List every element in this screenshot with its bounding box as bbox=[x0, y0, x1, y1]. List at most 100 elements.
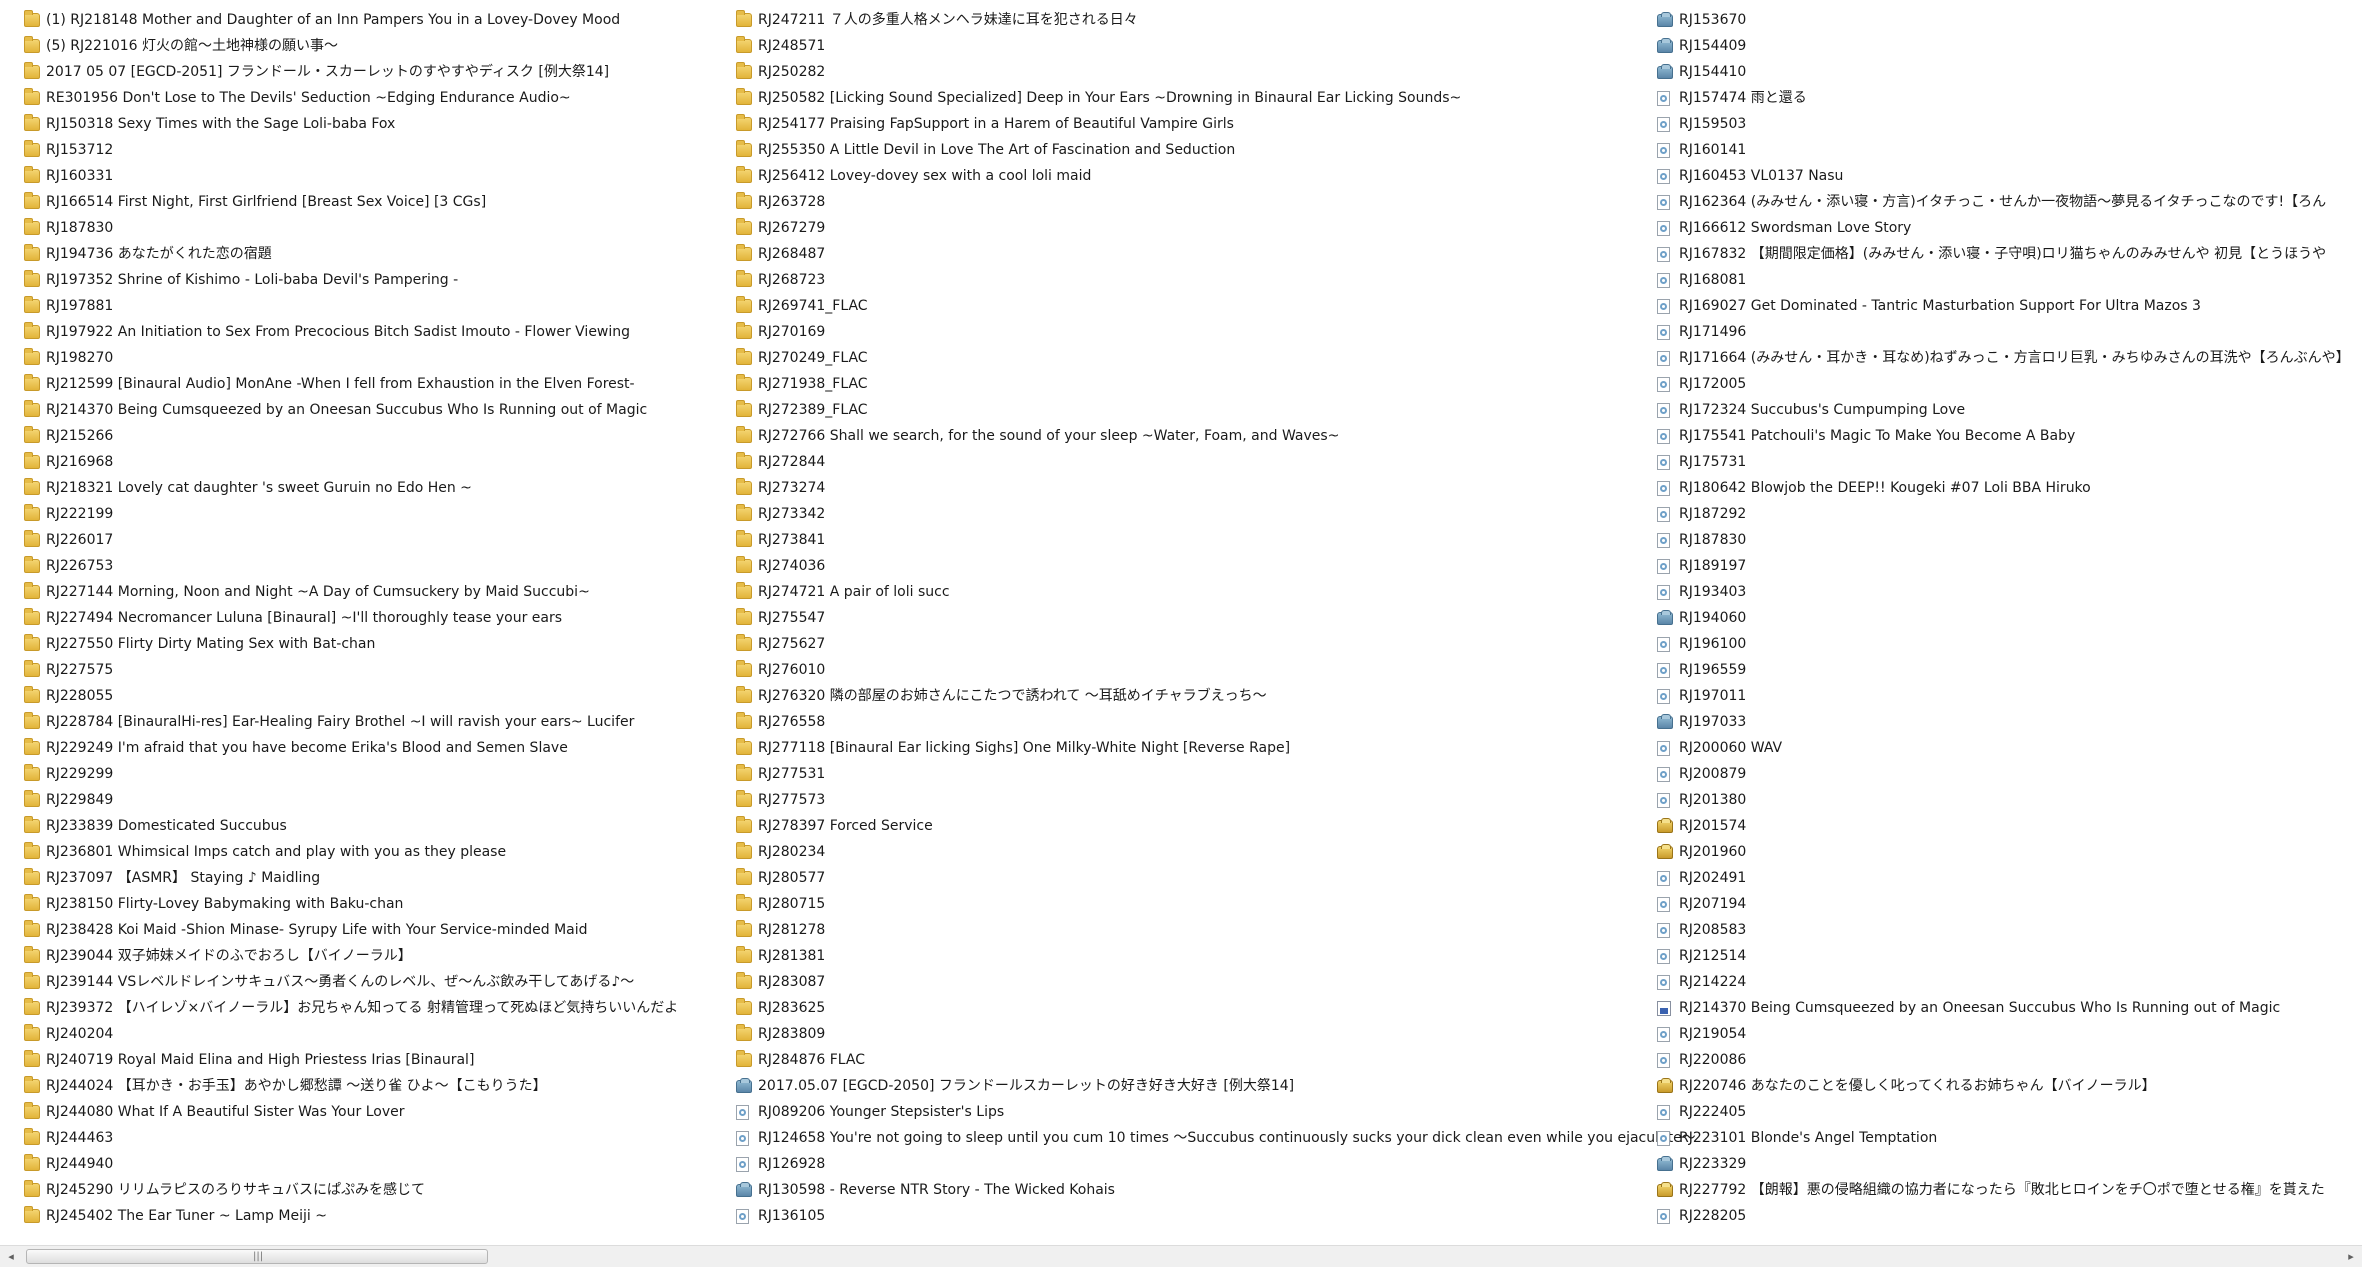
list-item[interactable]: RJ245402 The Ear Tuner ~ Lamp Meiji ~ bbox=[24, 1203, 678, 1229]
list-item[interactable]: RJ219054 bbox=[1657, 1021, 2350, 1047]
list-item[interactable]: RJ187830 bbox=[1657, 527, 2350, 553]
list-item[interactable]: RJ160141 bbox=[1657, 137, 2350, 163]
list-item[interactable]: RJ238428 Koi Maid -Shion Minase- Syrupy … bbox=[24, 917, 678, 943]
list-item[interactable]: RJ172324 Succubus's Cumpumping Love bbox=[1657, 397, 2350, 423]
list-item[interactable]: RJ154410 bbox=[1657, 59, 2350, 85]
list-item[interactable]: RJ220086 bbox=[1657, 1047, 2350, 1073]
list-item[interactable]: RJ194736 あなたがくれた恋の宿題 bbox=[24, 241, 678, 267]
list-item[interactable]: RJ237097 【ASMR】 Staying ♪ Maidling bbox=[24, 865, 678, 891]
list-item[interactable]: RJ272844 bbox=[736, 449, 1696, 475]
list-item[interactable]: RJ272766 Shall we search, for the sound … bbox=[736, 423, 1696, 449]
list-item[interactable]: RJ214370 Being Cumsqueezed by an Oneesan… bbox=[24, 397, 678, 423]
list-item[interactable]: RJ160331 bbox=[24, 163, 678, 189]
list-item[interactable]: RJ283087 bbox=[736, 969, 1696, 995]
list-item[interactable]: RJ280577 bbox=[736, 865, 1696, 891]
list-item[interactable]: RJ244463 bbox=[24, 1125, 678, 1151]
list-item[interactable]: RJ268723 bbox=[736, 267, 1696, 293]
list-item[interactable]: RJ150318 Sexy Times with the Sage Loli-b… bbox=[24, 111, 678, 137]
list-item[interactable]: RJ196559 bbox=[1657, 657, 2350, 683]
list-item[interactable]: RJ208583 bbox=[1657, 917, 2350, 943]
scroll-left-arrow-icon[interactable]: ◂ bbox=[2, 1246, 20, 1267]
list-item[interactable]: RJ280234 bbox=[736, 839, 1696, 865]
list-item[interactable]: RJ175541 Patchouli's Magic To Make You B… bbox=[1657, 423, 2350, 449]
list-item[interactable]: RJ239144 VSレベルドレインサキュバス～勇者くんのレベル、ぜ～んぶ飲み干… bbox=[24, 969, 678, 995]
list-item[interactable]: RJ214224 bbox=[1657, 969, 2350, 995]
list-item[interactable]: RJ227575 bbox=[24, 657, 678, 683]
list-item[interactable]: RJ157474 雨と還る bbox=[1657, 85, 2350, 111]
list-item[interactable]: RJ278397 Forced Service bbox=[736, 813, 1696, 839]
list-item[interactable]: RJ222199 bbox=[24, 501, 678, 527]
list-item[interactable]: RJ274036 bbox=[736, 553, 1696, 579]
list-item[interactable]: RJ238150 Flirty-Lovey Babymaking with Ba… bbox=[24, 891, 678, 917]
list-item[interactable]: RJ268487 bbox=[736, 241, 1696, 267]
list-item[interactable]: RJ244940 bbox=[24, 1151, 678, 1177]
list-item[interactable]: RJ166514 First Night, First Girlfriend [… bbox=[24, 189, 678, 215]
list-item[interactable]: RJ130598 - Reverse NTR Story - The Wicke… bbox=[736, 1177, 1696, 1203]
list-item[interactable]: RJ171496 bbox=[1657, 319, 2350, 345]
list-item[interactable]: RJ229849 bbox=[24, 787, 678, 813]
list-item[interactable]: RJ196100 bbox=[1657, 631, 2350, 657]
list-item[interactable]: RJ236801 Whimsical Imps catch and play w… bbox=[24, 839, 678, 865]
list-item[interactable]: RJ212599 [Binaural Audio] MonAne -When I… bbox=[24, 371, 678, 397]
list-item[interactable]: RJ281278 bbox=[736, 917, 1696, 943]
list-item[interactable]: RJ240719 Royal Maid Elina and High Pries… bbox=[24, 1047, 678, 1073]
list-item[interactable]: RJ153670 bbox=[1657, 7, 2350, 33]
list-item[interactable]: RJ277531 bbox=[736, 761, 1696, 787]
list-item[interactable]: RJ187292 bbox=[1657, 501, 2350, 527]
list-item[interactable]: RJ229299 bbox=[24, 761, 678, 787]
list-item[interactable]: RJ169027 Get Dominated - Tantric Masturb… bbox=[1657, 293, 2350, 319]
list-item[interactable]: RJ159503 bbox=[1657, 111, 2350, 137]
list-item[interactable]: RJ154409 bbox=[1657, 33, 2350, 59]
list-item[interactable]: RJ136105 bbox=[736, 1203, 1696, 1229]
horizontal-scrollbar[interactable]: ◂ ||| ▸ bbox=[0, 1245, 2362, 1267]
list-item[interactable]: RJ275547 bbox=[736, 605, 1696, 631]
list-item[interactable]: RJ273342 bbox=[736, 501, 1696, 527]
scrollbar-thumb[interactable]: ||| bbox=[26, 1249, 488, 1264]
list-item[interactable]: RJ247211 ７人の多重人格メンヘラ妹達に耳を犯される日々 bbox=[736, 7, 1696, 33]
list-item[interactable]: RJ189197 bbox=[1657, 553, 2350, 579]
list-item[interactable]: RJ162364 (みみせん・添い寝・方言)イタチっこ・せんか一夜物語～夢見るイ… bbox=[1657, 189, 2350, 215]
list-item[interactable]: RJ171664 (みみせん・耳かき・耳なめ)ねずみっこ・方言ロリ巨乳・みちゆみ… bbox=[1657, 345, 2350, 371]
list-item[interactable]: RJ275627 bbox=[736, 631, 1696, 657]
list-item[interactable]: RJ175731 bbox=[1657, 449, 2350, 475]
list-item[interactable]: RJ223329 bbox=[1657, 1151, 2350, 1177]
list-item[interactable]: RJ228784 [BinauralHi-res] Ear-Healing Fa… bbox=[24, 709, 678, 735]
list-item[interactable]: RJ270249_FLAC bbox=[736, 345, 1696, 371]
list-item[interactable]: (1) RJ218148 Mother and Daughter of an I… bbox=[24, 7, 678, 33]
list-item[interactable]: RJ271938_FLAC bbox=[736, 371, 1696, 397]
list-item[interactable]: RJ227144 Morning, Noon and Night ~A Day … bbox=[24, 579, 678, 605]
list-item[interactable]: RJ227792 【朗報】悪の侵略組織の協力者になったら『敗北ヒロインをチ〇ポで… bbox=[1657, 1177, 2350, 1203]
list-item[interactable]: (5) RJ221016 灯火の館～土地神様の願い事～ bbox=[24, 33, 678, 59]
list-item[interactable]: RJ167832 【期間限定価格】(みみせん・添い寝・子守唄)ロリ猫ちゃんのみみ… bbox=[1657, 241, 2350, 267]
list-item[interactable]: RJ200060 WAV bbox=[1657, 735, 2350, 761]
list-item[interactable]: RJ284876 FLAC bbox=[736, 1047, 1696, 1073]
list-item[interactable]: RJ276558 bbox=[736, 709, 1696, 735]
list-item[interactable]: RJ180642 Blowjob the DEEP!! Kougeki #07 … bbox=[1657, 475, 2350, 501]
list-item[interactable]: RJ239044 双子姉妹メイドのふでおろし【バイノーラル】 bbox=[24, 943, 678, 969]
list-item[interactable]: RJ244080 What If A Beautiful Sister Was … bbox=[24, 1099, 678, 1125]
list-item[interactable]: RJ273841 bbox=[736, 527, 1696, 553]
list-item[interactable]: RJ089206 Younger Stepsister's Lips bbox=[736, 1099, 1696, 1125]
list-item[interactable]: RJ197922 An Initiation to Sex From Preco… bbox=[24, 319, 678, 345]
list-item[interactable]: RJ197033 bbox=[1657, 709, 2350, 735]
list-item[interactable]: RJ194060 bbox=[1657, 605, 2350, 631]
list-item[interactable]: RJ126928 bbox=[736, 1151, 1696, 1177]
list-item[interactable]: RJ263728 bbox=[736, 189, 1696, 215]
list-item[interactable]: RJ201574 bbox=[1657, 813, 2350, 839]
file-list-view[interactable]: (1) RJ218148 Mother and Daughter of an I… bbox=[0, 0, 2362, 1245]
list-item[interactable]: RJ240204 bbox=[24, 1021, 678, 1047]
list-item[interactable]: RJ201960 bbox=[1657, 839, 2350, 865]
list-item[interactable]: RJ248571 bbox=[736, 33, 1696, 59]
list-item[interactable]: RJ223101 Blonde's Angel Temptation bbox=[1657, 1125, 2350, 1151]
list-item[interactable]: RE301956 Don't Lose to The Devils' Seduc… bbox=[24, 85, 678, 111]
list-item[interactable]: RJ226017 bbox=[24, 527, 678, 553]
list-item[interactable]: RJ212514 bbox=[1657, 943, 2350, 969]
list-item[interactable]: RJ255350 A Little Devil in Love The Art … bbox=[736, 137, 1696, 163]
list-item[interactable]: RJ254177 Praising FapSupport in a Harem … bbox=[736, 111, 1696, 137]
list-item[interactable]: RJ276320 隣の部屋のお姉さんにこたつで誘われて ～耳舐めイチャラブえっち… bbox=[736, 683, 1696, 709]
list-item[interactable]: RJ197011 bbox=[1657, 683, 2350, 709]
list-item[interactable]: RJ228055 bbox=[24, 683, 678, 709]
list-item[interactable]: RJ272389_FLAC bbox=[736, 397, 1696, 423]
list-item[interactable]: RJ281381 bbox=[736, 943, 1696, 969]
list-item[interactable]: RJ270169 bbox=[736, 319, 1696, 345]
